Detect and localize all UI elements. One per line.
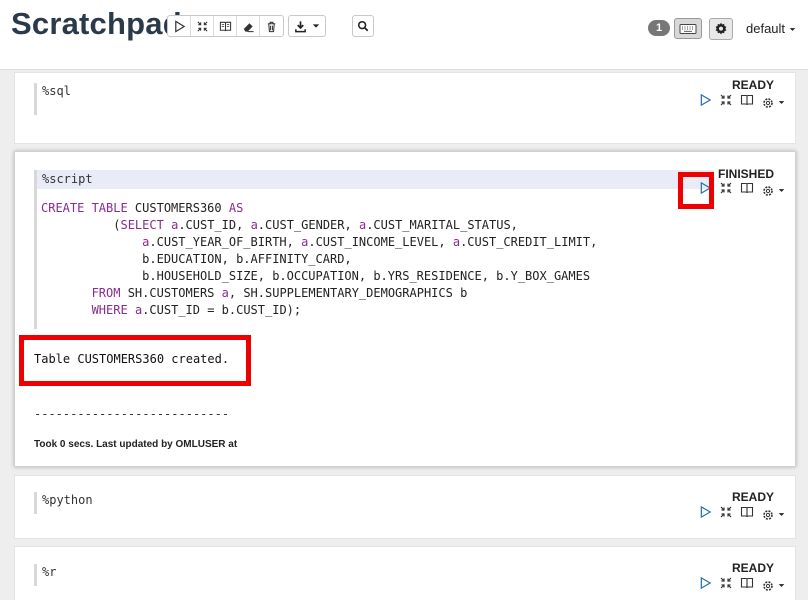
paragraph-settings-button[interactable] bbox=[761, 508, 785, 522]
chevron-down-icon bbox=[789, 28, 795, 31]
search-icon bbox=[357, 20, 369, 32]
book-icon bbox=[740, 94, 754, 106]
chevron-down-icon bbox=[778, 101, 785, 104]
count-badge: 1 bbox=[648, 20, 670, 36]
notebook-header: Scratchpad 1 default bbox=[0, 0, 808, 70]
status-label: READY bbox=[731, 490, 774, 504]
paragraph-python: %python READY bbox=[14, 475, 796, 539]
paragraph-controls bbox=[699, 93, 785, 112]
play-icon bbox=[700, 93, 712, 107]
chevron-down-icon bbox=[312, 24, 320, 28]
run-paragraph-button[interactable] bbox=[699, 93, 712, 112]
paragraph-controls bbox=[699, 576, 785, 595]
paragraph-toolbar bbox=[167, 15, 284, 37]
code-line: a.CUST_YEAR_OF_BIRTH, a.CUST_INCOME_LEVE… bbox=[142, 235, 598, 249]
toggle-output-button[interactable] bbox=[740, 505, 754, 524]
code-first-line[interactable]: %script bbox=[34, 170, 714, 189]
code-line: b.EDUCATION, b.AFFINITY_CARD, bbox=[41, 252, 352, 266]
clear-output-button[interactable] bbox=[237, 16, 260, 36]
code-line: %r bbox=[42, 565, 57, 579]
code-editor[interactable]: %r bbox=[34, 564, 714, 586]
paragraph-controls bbox=[699, 505, 785, 524]
toggle-code-button[interactable] bbox=[191, 16, 214, 36]
expand-icon bbox=[720, 577, 732, 589]
status-label: READY bbox=[731, 561, 774, 575]
book-icon bbox=[219, 21, 231, 31]
code-line: %sql bbox=[42, 84, 71, 98]
toggle-editor-button[interactable] bbox=[719, 181, 733, 200]
toggle-editor-button[interactable] bbox=[719, 576, 733, 595]
paragraph-r: %r READY bbox=[14, 546, 796, 600]
code-line: b.HOUSEHOLD_SIZE, b.OCCUPATION, b.YRS_RE… bbox=[41, 269, 591, 283]
chevron-down-icon bbox=[778, 584, 785, 587]
export-dropdown-button[interactable] bbox=[288, 15, 326, 37]
keyboard-shortcuts-button[interactable] bbox=[674, 18, 702, 39]
gear-icon bbox=[763, 185, 773, 196]
result-highlight bbox=[19, 335, 251, 386]
book-icon bbox=[740, 182, 754, 194]
run-button-highlight bbox=[678, 172, 714, 209]
code-line: %python bbox=[42, 493, 93, 507]
interpreter-dropdown[interactable]: default bbox=[746, 21, 796, 36]
paragraph-sql: %sql READY bbox=[14, 72, 796, 144]
paragraph-settings-button[interactable] bbox=[761, 184, 785, 198]
interpreter-label: default bbox=[746, 21, 786, 36]
code-line: (SELECT a.CUST_ID, a.CUST_GENDER, a.CUST… bbox=[41, 218, 518, 232]
paragraph-settings-button[interactable] bbox=[761, 579, 785, 593]
run-all-icon bbox=[174, 19, 185, 33]
toggle-editor-button[interactable] bbox=[719, 505, 733, 524]
expand-icon bbox=[720, 506, 732, 518]
gear-icon bbox=[763, 509, 773, 520]
run-all-button[interactable] bbox=[168, 16, 191, 36]
delete-button[interactable] bbox=[260, 16, 283, 36]
gear-icon bbox=[763, 97, 773, 108]
expand-icon bbox=[720, 182, 732, 194]
book-icon bbox=[740, 506, 754, 518]
code-line: FROM SH.CUSTOMERS a, SH.SUPPLEMENTARY_DE… bbox=[91, 286, 468, 300]
gear-icon bbox=[763, 580, 773, 591]
toggle-output-button[interactable] bbox=[740, 576, 754, 595]
status-label: FINISHED bbox=[717, 167, 774, 181]
trash-icon bbox=[267, 21, 276, 32]
settings-button[interactable] bbox=[709, 18, 733, 40]
chevron-down-icon bbox=[778, 513, 785, 516]
output-separator: --------------------------- bbox=[34, 407, 230, 421]
expand-icon bbox=[720, 94, 732, 106]
toggle-editor-button[interactable] bbox=[719, 93, 733, 112]
status-label: READY bbox=[731, 78, 774, 92]
notebook-title: Scratchpad bbox=[11, 6, 182, 41]
code-line: WHERE a.CUST_ID = b.CUST_ID); bbox=[91, 303, 302, 317]
editor-gutter bbox=[34, 189, 37, 329]
toggle-output-button[interactable] bbox=[740, 93, 754, 112]
book-icon bbox=[740, 577, 754, 589]
code-editor[interactable]: CREATE TABLE CUSTOMERS360 AS (SELECT a.C… bbox=[41, 200, 597, 319]
run-paragraph-button[interactable] bbox=[699, 505, 712, 524]
search-button[interactable] bbox=[352, 15, 374, 37]
expand-icon bbox=[196, 20, 208, 32]
paragraph-script: %script CREATE TABLE CUSTOMERS360 AS (SE… bbox=[14, 151, 796, 467]
download-icon bbox=[295, 20, 306, 32]
code-editor[interactable]: %sql bbox=[34, 83, 714, 115]
chevron-down-icon bbox=[778, 189, 785, 192]
gear-icon bbox=[715, 22, 727, 35]
keyboard-icon bbox=[679, 23, 697, 34]
paragraph-footer: Took 0 secs. Last updated by OMLUSER at bbox=[34, 439, 238, 450]
code-line: CREATE TABLE CUSTOMERS360 AS bbox=[41, 201, 244, 215]
eraser-icon bbox=[243, 22, 254, 32]
run-paragraph-button[interactable] bbox=[699, 576, 712, 595]
code-editor[interactable]: %python bbox=[34, 492, 714, 514]
play-icon bbox=[700, 576, 712, 590]
toggle-output-button[interactable] bbox=[214, 16, 237, 36]
play-icon bbox=[700, 505, 712, 519]
toggle-output-button[interactable] bbox=[740, 181, 754, 200]
paragraph-settings-button[interactable] bbox=[761, 96, 785, 110]
